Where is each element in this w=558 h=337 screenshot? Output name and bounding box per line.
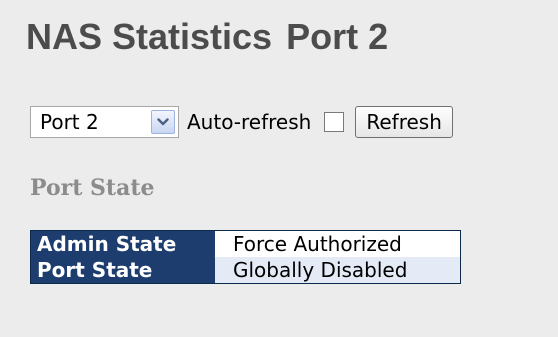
table-row: Admin State Force Authorized xyxy=(31,231,460,257)
table-row: Port State Globally Disabled xyxy=(31,257,460,283)
chevron-down-icon[interactable] xyxy=(151,110,175,134)
refresh-button[interactable]: Refresh xyxy=(355,106,453,138)
port-state-table: Admin State Force Authorized Port State … xyxy=(30,230,461,284)
section-heading-port-state: Port State xyxy=(30,175,155,201)
auto-refresh-label: Auto-refresh xyxy=(187,110,312,134)
page-title-text: NAS Statistics xyxy=(26,16,273,57)
admin-state-label: Admin State xyxy=(31,231,215,257)
port-state-label: Port State xyxy=(31,257,215,283)
controls-bar: Port 2 Auto-refresh Refresh xyxy=(30,105,453,139)
port-select-value: Port 2 xyxy=(40,110,99,134)
page-title-port: Port 2 xyxy=(286,16,389,57)
port-state-value: Globally Disabled xyxy=(215,257,460,283)
port-select[interactable]: Port 2 xyxy=(30,106,179,138)
auto-refresh-checkbox[interactable] xyxy=(324,112,345,132)
admin-state-value: Force Authorized xyxy=(233,232,402,256)
page-title: NAS Statistics Port 2 xyxy=(26,15,388,59)
